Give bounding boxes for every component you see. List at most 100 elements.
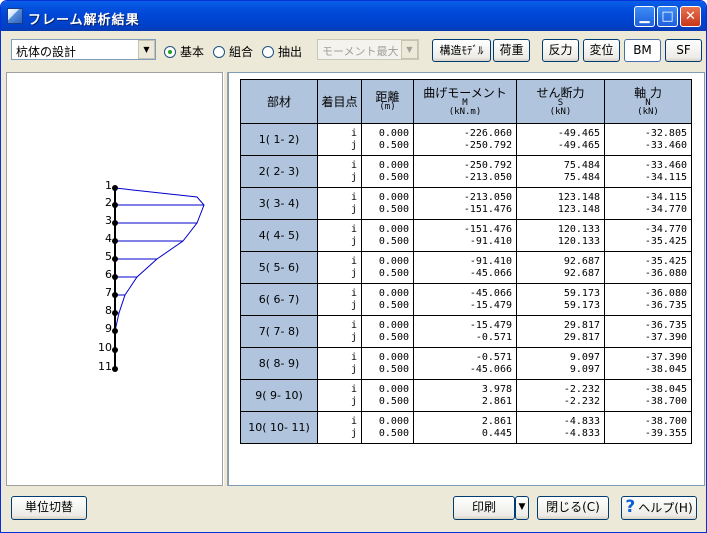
table-cell: -38.045 -38.700	[604, 379, 692, 412]
chevron-down-icon[interactable]: ▼	[138, 40, 155, 59]
moment-j: -151.476	[463, 203, 512, 215]
shear-j: 29.817	[563, 331, 600, 343]
distance-j: 0.500	[378, 427, 409, 439]
table-cell: -37.390 -38.045	[604, 347, 692, 380]
pile-node	[112, 238, 118, 244]
distance-i: 0.000	[378, 159, 409, 171]
shear-i: -2.232	[563, 383, 600, 395]
table-cell: 75.484 75.484	[516, 155, 605, 188]
moment-i: -151.476	[463, 223, 512, 235]
unit-toggle-button[interactable]: 単位切替	[11, 496, 87, 520]
shear-j: -49.465	[557, 139, 600, 151]
shear-i: 59.173	[563, 287, 600, 299]
point-j: j	[350, 299, 357, 311]
moment-i: 2.861	[481, 415, 512, 427]
shear-i: 120.133	[557, 223, 600, 235]
col-shear-unit: (kN)	[549, 106, 572, 117]
table-cell: 120.133 120.133	[516, 219, 605, 252]
radio-combo-dot[interactable]	[213, 45, 225, 58]
table-cell: 0.000 0.500	[361, 251, 414, 284]
table-cell: -36.080 -36.735	[604, 283, 692, 316]
distance-j: 0.500	[378, 331, 409, 343]
case-select[interactable]: 杭体の設計 ▼	[11, 39, 156, 60]
print-dropdown-button[interactable]: ▼	[515, 496, 529, 520]
node-label: 9	[105, 322, 112, 335]
pile-node	[112, 274, 118, 280]
distance-i: 0.000	[378, 127, 409, 139]
radio-combo[interactable]: 組合	[213, 43, 253, 60]
minimize-icon[interactable]: ▁	[634, 6, 655, 27]
member-label: 8( 8- 9)	[258, 356, 300, 370]
structure-model-button[interactable]: 構造ﾓﾃﾞﾙ	[432, 39, 491, 62]
axial-i: -38.045	[644, 383, 687, 395]
pile-node	[112, 220, 118, 226]
maximize-icon[interactable]: □	[657, 6, 678, 27]
col-axial-unit: (kN)	[637, 106, 659, 117]
table-cell: 8( 8- 9)	[240, 347, 318, 380]
radio-extract-dot[interactable]	[262, 45, 274, 58]
shear-j: 123.148	[557, 203, 600, 215]
point-j: j	[350, 171, 357, 183]
table-cell: ij	[317, 347, 362, 380]
table-cell: ij	[317, 187, 362, 220]
close-button[interactable]: 閉じる(C)	[537, 496, 609, 520]
point-j: j	[350, 235, 357, 247]
col-distance-unit: (m)	[379, 102, 396, 112]
moment-i: -226.060	[463, 127, 512, 139]
table-cell: -0.571 -45.066	[413, 347, 517, 380]
distance-j: 0.500	[378, 267, 409, 279]
title-bar[interactable]: フレーム解析結果 ▁ □ ✕	[1, 1, 706, 31]
close-icon[interactable]: ✕	[680, 6, 701, 27]
print-button[interactable]: 印刷	[453, 496, 515, 520]
table-body: 1( 1- 2) i j 0.000 0.500 -226.060 -250.792 -49.…	[240, 123, 692, 444]
moment-curve	[114, 187, 205, 369]
point-i: i	[350, 191, 357, 203]
shear-j: 75.484	[563, 171, 600, 183]
col-shear: せん断力 S (kN)	[516, 79, 605, 124]
frame-diagram-pane: 1 2 3 4 5 6 7 8 9 10 11	[6, 72, 223, 486]
chevron-down-icon: ▼	[401, 40, 418, 59]
table-cell: 0.000 0.500	[361, 379, 414, 412]
app-frame-icon	[7, 8, 23, 24]
table-cell: 9( 9- 10)	[240, 379, 318, 412]
chevron-down-icon: ▼	[518, 502, 526, 512]
distance-j: 0.500	[378, 171, 409, 183]
displacement-button[interactable]: 変位	[583, 39, 620, 62]
table-cell: 0.000 0.500	[361, 315, 414, 348]
table-cell: 7( 7- 8)	[240, 315, 318, 348]
radio-extract[interactable]: 抽出	[262, 43, 302, 60]
radio-basic[interactable]: 基本	[164, 43, 204, 60]
table-row: 9( 9- 10) i j 0.000 0.500 3.978 2.861 -2.232 -2.…	[240, 379, 692, 412]
member-label: 9( 9- 10)	[255, 388, 303, 402]
distance-j: 0.500	[378, 235, 409, 247]
point-j: j	[350, 267, 357, 279]
point-i: i	[350, 415, 357, 427]
shear-i: 123.148	[557, 191, 600, 203]
case-select-value: 杭体の設計	[16, 45, 77, 59]
col-point: 着目点	[317, 79, 362, 124]
col-moment-unit: (kN.m)	[448, 106, 482, 117]
distance-j: 0.500	[378, 363, 409, 375]
help-button[interactable]: ? ヘルプ(H)	[621, 496, 697, 520]
axial-i: -32.805	[644, 127, 687, 139]
pile-node	[112, 366, 118, 372]
results-table: 部材 着目点 距離 (m) 曲げモーメント M (kN.m) せん断力 S (k…	[240, 79, 692, 444]
node-label: 7	[105, 286, 112, 299]
pile-node	[112, 347, 118, 353]
bm-button[interactable]: BM	[624, 39, 661, 62]
sf-button[interactable]: SF	[665, 39, 702, 62]
shear-i: 92.687	[563, 255, 600, 267]
member-label: 6( 6- 7)	[258, 292, 300, 306]
table-row: 10( 10- 11) i j 0.000 0.500 2.861 0.445 -4.833-…	[240, 411, 692, 444]
table-cell: -250.792 -213.050	[413, 155, 517, 188]
radio-basic-dot[interactable]	[164, 45, 176, 58]
bending-moment-diagram: 1 2 3 4 5 6 7 8 9 10 11	[98, 179, 205, 373]
table-cell: ij	[317, 155, 362, 188]
moment-i: -15.479	[469, 319, 512, 331]
load-button[interactable]: 荷重	[493, 39, 530, 62]
table-cell: -34.115 -34.770	[604, 187, 692, 220]
reaction-button[interactable]: 反力	[542, 39, 579, 62]
table-cell: 29.817 29.817	[516, 315, 605, 348]
axial-i: -37.390	[644, 351, 687, 363]
distance-i: 0.000	[378, 351, 409, 363]
